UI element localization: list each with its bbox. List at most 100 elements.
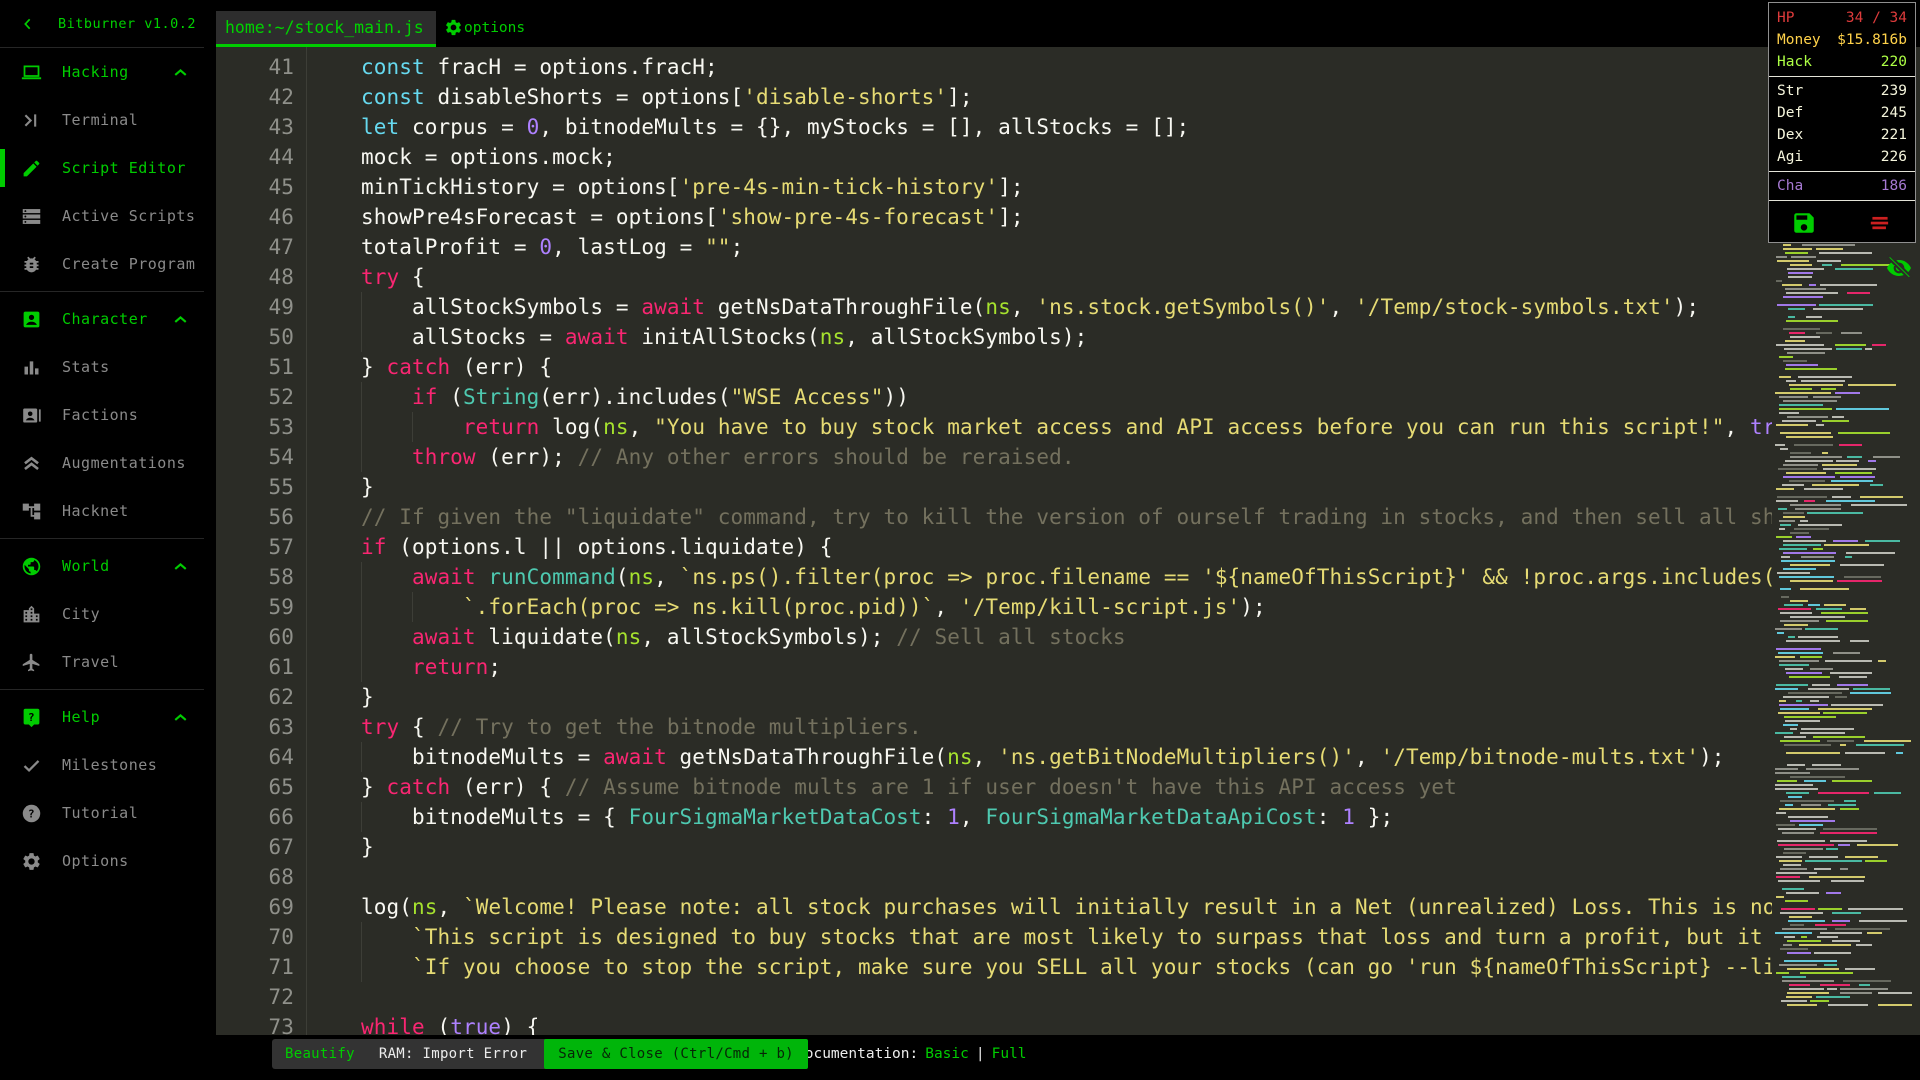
code-line[interactable]: 62 } bbox=[216, 682, 1772, 712]
code-line[interactable]: 59 `.forEach(proc => ns.kill(proc.pid))`… bbox=[216, 592, 1772, 622]
code-line[interactable]: 51 } catch (err) { bbox=[216, 352, 1772, 382]
code-line[interactable]: 49 allStockSymbols = await getNsDataThro… bbox=[216, 292, 1772, 322]
code-line[interactable]: 55 } bbox=[216, 472, 1772, 502]
code-token: : bbox=[921, 805, 948, 829]
code-token: ) { bbox=[501, 1015, 540, 1035]
minimap-line bbox=[1779, 548, 1807, 550]
code-line[interactable]: 57 if (options.l || options.liquidate) { bbox=[216, 532, 1772, 562]
code-line[interactable]: 58 await runCommand(ns, `ns.ps().filter(… bbox=[216, 562, 1772, 592]
stats-icon bbox=[21, 357, 42, 378]
code-line[interactable]: 65 } catch (err) { // Assume bitnode mul… bbox=[216, 772, 1772, 802]
minimap-line bbox=[1790, 564, 1830, 566]
save-close-button[interactable]: Save & Close (Ctrl/Cmd + b) bbox=[544, 1039, 808, 1069]
code-text: bitnodeMults = { FourSigmaMarketDataCost… bbox=[310, 802, 1393, 832]
sidebar-item-stats[interactable]: Stats bbox=[0, 343, 204, 391]
minimap-line bbox=[1786, 640, 1840, 642]
minimap-line bbox=[1816, 248, 1843, 250]
code-line[interactable]: 56 // If given the "liquidate" command, … bbox=[216, 502, 1773, 532]
code-line[interactable]: 61 return; bbox=[216, 652, 1772, 682]
code-text: } catch (err) { bbox=[310, 352, 552, 382]
code-token: allStockSymbols = bbox=[310, 295, 642, 319]
code-line[interactable]: 50 allStocks = await initAllStocks(ns, a… bbox=[216, 322, 1772, 352]
minimap-line bbox=[1831, 480, 1873, 482]
code-line[interactable]: 54 throw (err); // Any other errors shou… bbox=[216, 442, 1772, 472]
sidebar-item-travel[interactable]: Travel bbox=[0, 638, 204, 686]
minimap-line bbox=[1779, 964, 1817, 966]
sidebar-item-script-editor[interactable]: Script Editor bbox=[0, 144, 204, 192]
code-line[interactable]: 48 try { bbox=[216, 262, 1772, 292]
minimap-line bbox=[1809, 876, 1865, 878]
code-line[interactable]: 44 mock = options.mock; bbox=[216, 142, 1772, 172]
sidebar-item-augmentations[interactable]: Augmentations bbox=[0, 439, 204, 487]
minimap-line bbox=[1787, 268, 1824, 270]
sidebar-section-world[interactable]: World bbox=[0, 542, 204, 590]
chevron-left-icon[interactable] bbox=[20, 16, 36, 32]
file-tab[interactable]: home:~/stock_main.js bbox=[216, 11, 436, 44]
sidebar-item-milestones[interactable]: Milestones bbox=[0, 741, 204, 789]
save-game-button[interactable] bbox=[1791, 210, 1817, 236]
minimap-line bbox=[1827, 988, 1837, 990]
sidebar-item-options[interactable]: Options bbox=[0, 837, 204, 885]
code-token: 1 bbox=[947, 805, 960, 829]
chevron-up-icon bbox=[170, 62, 191, 83]
code-line[interactable]: 72 bbox=[216, 982, 1772, 1012]
sidebar-item-hacknet[interactable]: Hacknet bbox=[0, 487, 204, 535]
minimap-line bbox=[1786, 472, 1826, 474]
minimap-line bbox=[1804, 488, 1843, 490]
sidebar-divider bbox=[0, 689, 204, 690]
code-line[interactable]: 67 } bbox=[216, 832, 1772, 862]
minimap-line bbox=[1776, 424, 1808, 426]
minimap-line bbox=[1820, 284, 1877, 286]
minimap-line bbox=[1822, 452, 1828, 454]
code-line[interactable]: 68 bbox=[216, 862, 1772, 892]
sidebar-item-factions[interactable]: Factions bbox=[0, 391, 204, 439]
code-line[interactable]: 63 try { // Try to get the bitnode multi… bbox=[216, 712, 1772, 742]
documentation-full-link[interactable]: Full bbox=[992, 1046, 1027, 1062]
minimap-line bbox=[1806, 316, 1822, 318]
sidebar-section-hacking[interactable]: Hacking bbox=[0, 48, 204, 96]
code-line[interactable]: 64 bitnodeMults = await getNsDataThrough… bbox=[216, 742, 1772, 772]
minimap-line bbox=[1845, 856, 1878, 858]
code-line[interactable]: 41 const fracH = options.fracH; bbox=[216, 52, 1772, 82]
code-line[interactable]: 43 let corpus = 0, bitnodeMults = {}, my… bbox=[216, 112, 1772, 142]
editor-options-button[interactable]: options bbox=[444, 11, 525, 44]
code-line[interactable]: 46 showPre4sForecast = options['show-pre… bbox=[216, 202, 1772, 232]
code-line[interactable]: 42 const disableShorts = options['disabl… bbox=[216, 82, 1772, 112]
sidebar-item-tutorial[interactable]: ? Tutorial bbox=[0, 789, 204, 837]
code-line[interactable]: 73 while (true) { bbox=[216, 1012, 1772, 1035]
code-line[interactable]: 71 `If you choose to stop the script, ma… bbox=[216, 952, 1772, 982]
minimap-line bbox=[1787, 1004, 1817, 1006]
code-line[interactable]: 60 await liquidate(ns, allStockSymbols);… bbox=[216, 622, 1772, 652]
sidebar-item-city[interactable]: City bbox=[0, 590, 204, 638]
code-editor-surface[interactable]: 41 const fracH = options.fracH; 42 const … bbox=[216, 47, 1772, 1035]
code-token: ns bbox=[985, 295, 1011, 319]
code-line[interactable]: 53 return log(ns, "You have to buy stock… bbox=[216, 412, 1772, 442]
eye-off-icon[interactable] bbox=[1882, 252, 1916, 284]
code-token: )) bbox=[883, 385, 909, 409]
minimap-line bbox=[1779, 528, 1785, 530]
code-text: totalProfit = 0, lastLog = ""; bbox=[310, 232, 743, 262]
minimap-line bbox=[1835, 696, 1847, 698]
documentation-basic-link[interactable]: Basic bbox=[925, 1046, 969, 1062]
kill-all-scripts-button[interactable] bbox=[1867, 210, 1893, 236]
code-line[interactable]: 52 if (String(err).includes("WSE Access"… bbox=[216, 382, 1772, 412]
line-number: 48 bbox=[268, 265, 294, 289]
beautify-button[interactable]: Beautify bbox=[272, 1039, 368, 1069]
sidebar-section-help[interactable]: ? Help bbox=[0, 693, 204, 741]
code-line[interactable]: 66 bitnodeMults = { FourSigmaMarketDataC… bbox=[216, 802, 1772, 832]
sidebar-item-terminal[interactable]: Terminal bbox=[0, 96, 204, 144]
code-line[interactable]: 70 `This script is designed to buy stock… bbox=[216, 922, 1772, 952]
line-number: 71 bbox=[268, 955, 294, 979]
sidebar-item-active-scripts[interactable]: Active Scripts bbox=[0, 192, 204, 240]
sidebar-item-create-program[interactable]: Create Program bbox=[0, 240, 204, 288]
minimap-line bbox=[1824, 544, 1869, 546]
code-line[interactable]: 47 totalProfit = 0, lastLog = ""; bbox=[216, 232, 1772, 262]
code-line[interactable]: 45 minTickHistory = options['pre-4s-min-… bbox=[216, 172, 1772, 202]
code-line[interactable]: 69 log(ns, `Welcome! Please note: all st… bbox=[216, 892, 1773, 922]
sidebar-section-character[interactable]: Character bbox=[0, 295, 204, 343]
minimap-line bbox=[1845, 752, 1885, 754]
minimap-line bbox=[1831, 704, 1883, 706]
minimap-line bbox=[1840, 564, 1884, 566]
code-token: , bbox=[934, 595, 960, 619]
